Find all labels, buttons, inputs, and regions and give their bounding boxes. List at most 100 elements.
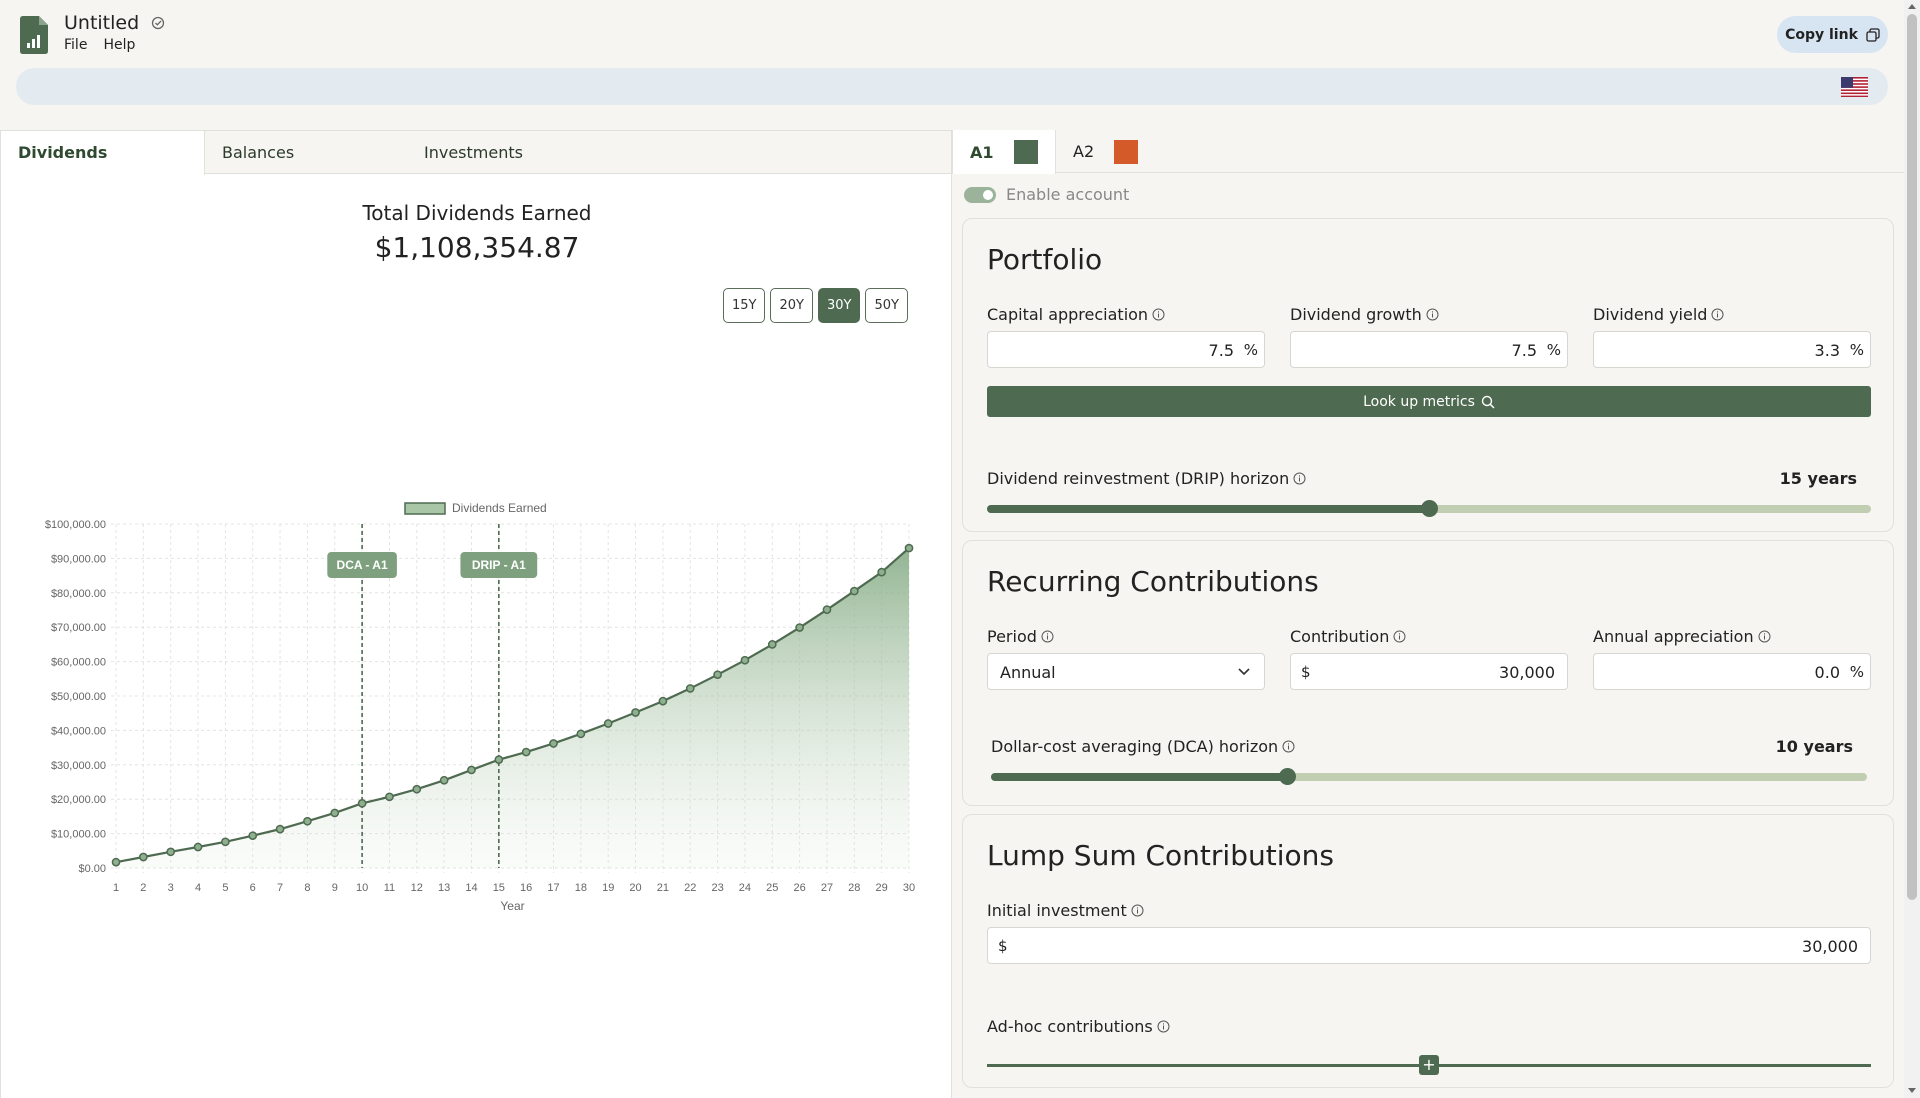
annual-appreciation-value: 0.0 bbox=[1814, 663, 1840, 682]
contribution-label: Contribution bbox=[1290, 627, 1406, 646]
currency-prefix: $ bbox=[998, 937, 1008, 955]
add-adhoc-contribution-button[interactable]: + bbox=[1419, 1055, 1439, 1075]
percent-suffix: % bbox=[1243, 341, 1258, 359]
dividend-yield-label: Dividend yield bbox=[1593, 305, 1724, 324]
drip-horizon-text: Dividend reinvestment (DRIP) horizon bbox=[987, 469, 1290, 488]
info-icon[interactable] bbox=[1282, 740, 1295, 753]
menu-help[interactable]: Help bbox=[103, 37, 135, 53]
annual-appreciation-text: Annual appreciation bbox=[1593, 627, 1754, 646]
tab-account-a1[interactable]: A1 bbox=[952, 130, 1056, 174]
document-title[interactable]: Untitled bbox=[64, 12, 139, 34]
data-point bbox=[357, 798, 367, 808]
range-15y-button[interactable]: 15Y bbox=[723, 288, 766, 323]
settings-panel: A1 A2 Enable account Portfolio Capital a… bbox=[951, 130, 1905, 1098]
page-scrollbar[interactable] bbox=[1904, 0, 1920, 1098]
drip-slider-thumb[interactable] bbox=[1421, 500, 1438, 517]
scroll-down-arrow[interactable] bbox=[1908, 1088, 1916, 1093]
copy-link-button[interactable]: Copy link bbox=[1777, 16, 1888, 53]
scrollbar-thumb[interactable] bbox=[1907, 14, 1917, 900]
drip-horizon-slider[interactable] bbox=[987, 500, 1871, 517]
period-select[interactable]: Annual bbox=[987, 653, 1265, 690]
range-50y-button[interactable]: 50Y bbox=[865, 288, 908, 323]
x-tick-label: 20 bbox=[629, 882, 641, 894]
data-point bbox=[330, 808, 340, 818]
tab-account-a2[interactable]: A2 bbox=[1056, 130, 1160, 173]
lump-sum-title: Lump Sum Contributions bbox=[987, 839, 1334, 872]
period-label: Period bbox=[987, 627, 1054, 646]
menu-file[interactable]: File bbox=[64, 37, 87, 53]
account-a1-label: A1 bbox=[970, 142, 994, 162]
dca-slider-fill bbox=[991, 773, 1288, 781]
account-a1-color-swatch[interactable] bbox=[1013, 140, 1038, 164]
dividend-yield-text: Dividend yield bbox=[1593, 305, 1708, 324]
x-tick-label: 15 bbox=[493, 882, 505, 894]
range-20y-button[interactable]: 20Y bbox=[770, 288, 813, 323]
recurring-title: Recurring Contributions bbox=[987, 565, 1319, 598]
x-axis-title: Year bbox=[500, 899, 524, 913]
x-tick-label: 7 bbox=[277, 882, 283, 894]
info-icon[interactable] bbox=[1131, 904, 1144, 917]
x-tick-label: 14 bbox=[465, 882, 477, 894]
data-point bbox=[603, 719, 613, 728]
initial-investment-text: Initial investment bbox=[987, 901, 1127, 920]
tab-dividends[interactable]: Dividends bbox=[1, 131, 205, 175]
scroll-up-arrow[interactable] bbox=[1908, 4, 1916, 9]
x-tick-label: 12 bbox=[411, 882, 423, 894]
enable-account-toggle[interactable] bbox=[964, 186, 996, 203]
tab-investments[interactable]: Investments bbox=[407, 131, 607, 174]
x-tick-label: 1 bbox=[113, 882, 119, 894]
info-icon[interactable] bbox=[1157, 1020, 1170, 1033]
x-tick-label: 5 bbox=[222, 882, 228, 894]
capital-appreciation-input[interactable]: 7.5 % bbox=[987, 331, 1265, 368]
look-up-metrics-button[interactable]: Look up metrics bbox=[987, 386, 1871, 417]
data-point bbox=[166, 847, 176, 857]
period-text: Period bbox=[987, 627, 1037, 646]
initial-investment-input[interactable]: $ 30,000 bbox=[987, 927, 1871, 964]
y-tick-label: $20,000.00 bbox=[51, 794, 106, 806]
summary-total: $1,108,354.87 bbox=[374, 231, 580, 264]
x-tick-label: 13 bbox=[438, 882, 450, 894]
info-icon[interactable] bbox=[1426, 308, 1439, 321]
dca-slider-thumb[interactable] bbox=[1279, 768, 1297, 785]
dividend-yield-input[interactable]: 3.3 % bbox=[1593, 331, 1871, 368]
initial-investment-label: Initial investment bbox=[987, 901, 1144, 920]
data-point bbox=[767, 640, 777, 649]
y-tick-label: $100,000.00 bbox=[45, 519, 106, 531]
info-icon[interactable] bbox=[1152, 308, 1165, 321]
data-point bbox=[494, 755, 504, 764]
legend-swatch bbox=[404, 502, 446, 515]
tab-balances[interactable]: Balances bbox=[205, 131, 405, 174]
annotation-label: DRIP - A1 bbox=[472, 558, 526, 572]
percent-suffix: % bbox=[1546, 341, 1561, 359]
info-icon[interactable] bbox=[1711, 308, 1724, 321]
dividend-growth-text: Dividend growth bbox=[1290, 305, 1422, 324]
data-point bbox=[467, 765, 476, 775]
y-tick-label: $30,000.00 bbox=[51, 760, 106, 772]
contribution-input[interactable]: $ 30,000 bbox=[1290, 653, 1568, 690]
address-bar[interactable] bbox=[16, 68, 1888, 105]
dividends-chart: $0.00 $10,000.00 $20,000.00 $30,000.00 $40,0… bbox=[45, 501, 915, 913]
info-icon[interactable] bbox=[1041, 630, 1054, 643]
x-tick-label: 22 bbox=[684, 882, 696, 894]
data-point bbox=[111, 857, 121, 867]
results-panel: Dividends Balances Investments Total Div… bbox=[0, 130, 952, 1098]
data-point bbox=[439, 775, 449, 785]
drip-slider-fill bbox=[987, 505, 1429, 513]
enable-account-row: Enable account bbox=[964, 185, 1129, 204]
copy-icon bbox=[1866, 27, 1880, 42]
us-flag-icon[interactable] bbox=[1841, 77, 1868, 97]
annual-appreciation-input[interactable]: 0.0 % bbox=[1593, 653, 1871, 690]
x-tick-label: 8 bbox=[304, 882, 310, 894]
dca-horizon-slider[interactable] bbox=[991, 768, 1867, 785]
info-icon[interactable] bbox=[1393, 630, 1406, 643]
data-point bbox=[631, 708, 640, 717]
y-tick-label: $80,000.00 bbox=[51, 588, 106, 600]
range-30y-button[interactable]: 30Y bbox=[817, 288, 861, 323]
dividend-yield-value: 3.3 bbox=[1814, 341, 1840, 360]
data-point bbox=[576, 729, 586, 739]
dca-horizon-text: Dollar-cost averaging (DCA) horizon bbox=[991, 737, 1279, 756]
dividend-growth-input[interactable]: 7.5 % bbox=[1290, 331, 1568, 368]
info-icon[interactable] bbox=[1758, 630, 1771, 643]
info-icon[interactable] bbox=[1293, 472, 1306, 485]
account-a2-color-swatch[interactable] bbox=[1114, 139, 1139, 164]
